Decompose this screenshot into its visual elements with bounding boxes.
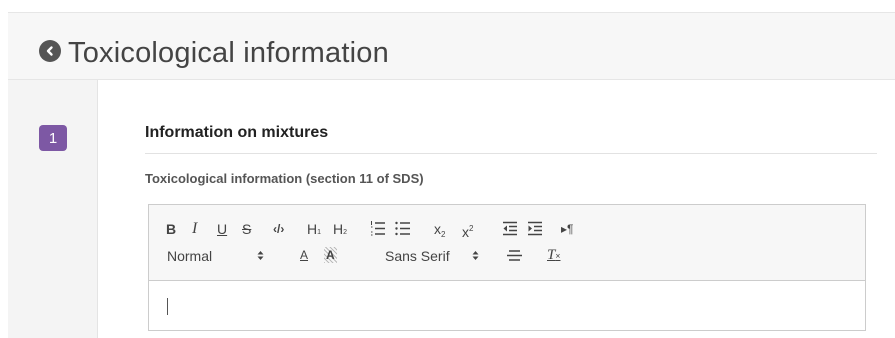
editor-text-area[interactable]: [149, 281, 865, 330]
superscript-label: x: [462, 224, 469, 240]
heading-1-label: H: [307, 221, 318, 237]
page-top-strip: [0, 0, 895, 12]
page-title: Toxicological information: [68, 37, 389, 69]
italic-button[interactable]: I: [192, 221, 197, 237]
font-select-arrows-icon[interactable]: [472, 250, 479, 261]
background-color-button[interactable]: A: [324, 247, 337, 263]
field-label: Toxicological information (section 11 of…: [145, 171, 424, 186]
section-divider: [145, 153, 877, 154]
header-select-arrows-icon[interactable]: [257, 250, 264, 261]
superscript-button[interactable]: x2: [462, 221, 473, 240]
font-color-button[interactable]: A: [300, 247, 308, 263]
superscript-mark: 2: [469, 224, 474, 233]
clear-formatting-x-icon: ×: [555, 251, 561, 261]
back-arrow-icon[interactable]: [39, 40, 61, 62]
heading-1-subscript: 1: [317, 229, 322, 236]
text-cursor: [167, 298, 168, 315]
text-direction-button[interactable]: ▸¶: [561, 221, 573, 237]
header-select[interactable]: Normal: [167, 248, 212, 264]
clear-formatting-button[interactable]: T×: [547, 247, 560, 264]
font-select[interactable]: Sans Serif: [385, 248, 450, 264]
bold-button[interactable]: B: [166, 221, 176, 237]
subscript-mark: 2: [441, 230, 446, 239]
underline-button[interactable]: U: [217, 221, 227, 237]
page-header: Toxicological information: [8, 12, 895, 80]
step-number-badge: 1: [39, 125, 67, 151]
subscript-button[interactable]: x2: [434, 221, 445, 243]
step-rail: [8, 80, 98, 338]
strikethrough-button[interactable]: S: [242, 221, 251, 237]
heading-2-subscript: 2: [343, 229, 348, 236]
heading-2-button[interactable]: H2: [333, 221, 347, 241]
heading-2-label: H: [333, 221, 344, 237]
heading-1-button[interactable]: H1: [307, 221, 321, 241]
outdent-icon[interactable]: [502, 221, 518, 236]
section-title: Information on mixtures: [145, 124, 329, 141]
indent-icon[interactable]: [527, 221, 543, 236]
editor-toolbar: B I U S ‹/› H1 H2 x2 x2 ▸¶ Normal A A Sa…: [149, 205, 865, 281]
bullet-list-icon[interactable]: [395, 221, 411, 236]
code-button[interactable]: ‹/›: [273, 221, 284, 237]
ordered-list-icon[interactable]: [370, 221, 386, 236]
subscript-label: x: [434, 221, 441, 237]
rich-text-editor: B I U S ‹/› H1 H2 x2 x2 ▸¶ Normal A A Sa…: [148, 204, 866, 331]
align-icon[interactable]: [507, 249, 522, 262]
